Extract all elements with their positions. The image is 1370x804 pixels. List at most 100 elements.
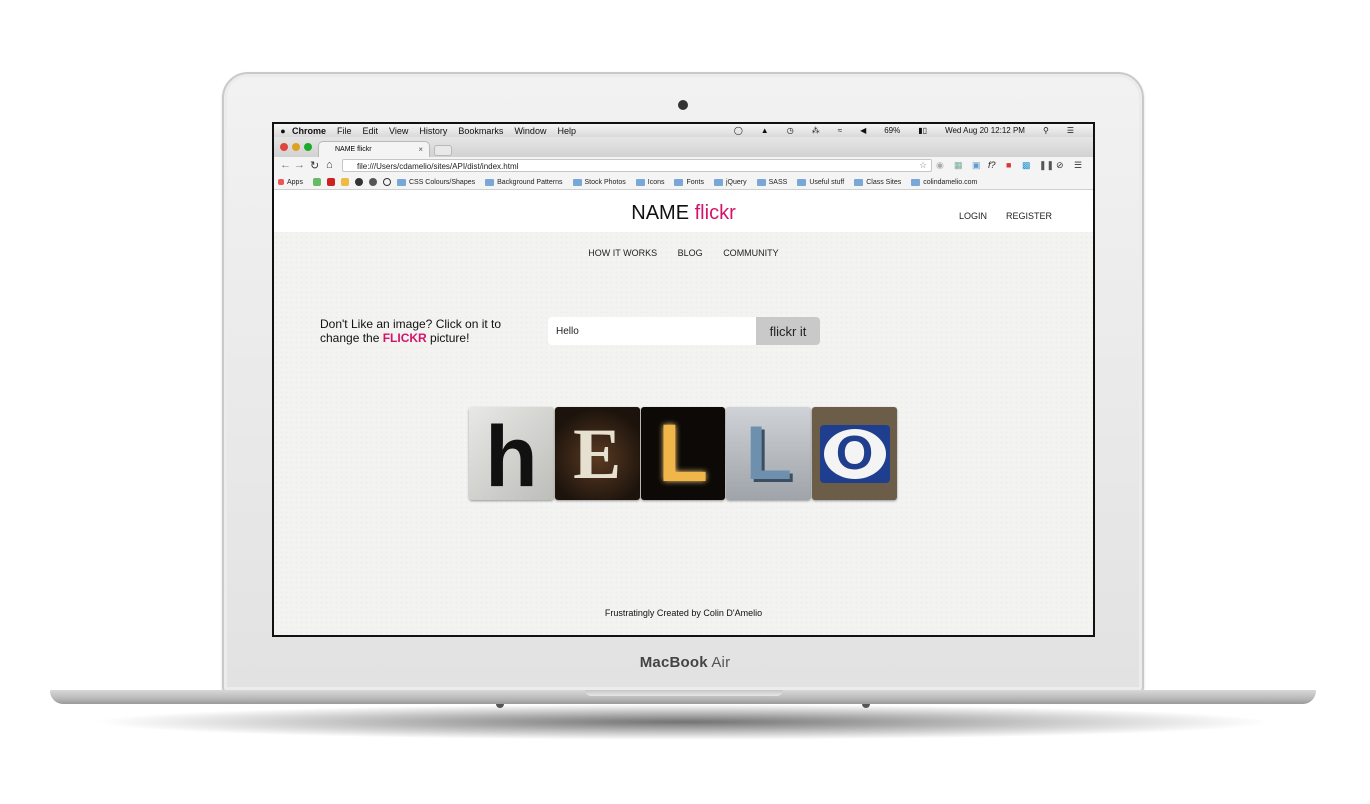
hat-icon[interactable]: ▲ <box>761 126 769 135</box>
logo-accent: flickr <box>694 202 736 224</box>
letter-tile[interactable]: E <box>554 407 640 500</box>
bookmark-favicon[interactable] <box>382 178 391 186</box>
extension-icon[interactable]: ▦ <box>954 160 963 171</box>
home-icon[interactable]: ⌂ <box>326 159 333 171</box>
bookmark-label: SASS <box>768 178 788 186</box>
tile-letter: h <box>485 408 538 500</box>
close-tab-icon[interactable]: × <box>418 145 423 154</box>
nav-community[interactable]: COMMUNITY <box>723 248 779 258</box>
letter-tile[interactable]: L <box>726 407 812 500</box>
menu-history[interactable]: History <box>419 126 447 136</box>
bookmark-folder[interactable]: SASS <box>756 178 788 186</box>
menu-chrome[interactable]: Chrome <box>292 126 326 136</box>
bookmark-folder[interactable]: CSS Colours/Shapes <box>396 178 476 186</box>
extension-icon[interactable]: ▣ <box>972 160 981 171</box>
menu-icon[interactable]: ☰ <box>1074 160 1082 171</box>
tile-letter: E <box>573 413 622 494</box>
font-extension-icon[interactable]: f? <box>988 160 996 170</box>
bookmark-apps[interactable]: Apps <box>278 179 303 186</box>
prompt-line: change the <box>320 331 383 345</box>
menubar-clock[interactable]: Wed Aug 20 12:12 PM <box>945 126 1025 135</box>
dropbox-icon[interactable]: ◯ <box>734 126 743 135</box>
nav-how-it-works[interactable]: HOW IT WORKS <box>588 248 657 258</box>
folder-icon <box>756 178 766 186</box>
github-icon[interactable] <box>354 178 363 186</box>
nav-blog[interactable]: BLOG <box>678 248 703 258</box>
letter-tiles: h E L L O <box>469 407 898 500</box>
site-header: NAME flickr LOGIN REGISTER <box>274 190 1093 232</box>
laptop-notch <box>585 690 783 696</box>
flickr-it-button[interactable]: flickr it <box>756 317 820 345</box>
tile-plate-inner: O <box>823 426 886 480</box>
bluetooth-icon[interactable]: ⁂ <box>812 126 820 135</box>
minimize-window-icon[interactable] <box>292 143 300 151</box>
menu-window[interactable]: Window <box>514 126 546 136</box>
extension-icon[interactable]: ◉ <box>936 160 944 171</box>
bookmark-favicon[interactable] <box>326 178 335 186</box>
search-input[interactable] <box>548 317 756 345</box>
bookmark-folder[interactable]: colindamelio.com <box>911 178 978 186</box>
new-tab-button[interactable] <box>434 145 452 156</box>
bookmark-label: CSS Colours/Shapes <box>408 178 476 186</box>
bookmark-folder[interactable]: Background Patterns <box>485 178 563 186</box>
spotlight-icon[interactable]: ⚲ <box>1043 126 1049 135</box>
menu-bookmarks[interactable]: Bookmarks <box>458 126 503 136</box>
bookmark-label: Icons <box>647 178 665 186</box>
extension-icon[interactable]: ⊘ <box>1056 160 1064 171</box>
tab-title: NAME flickr <box>335 146 372 153</box>
laptop-brand: MacBook Air <box>639 654 731 671</box>
bookmark-favicon[interactable] <box>340 178 349 186</box>
bookmarks-bar: Apps CSS Colours/Shapes Background Patte… <box>274 175 1093 190</box>
volume-icon[interactable]: ◀ <box>860 126 866 135</box>
bookmark-label: colindamelio.com <box>923 178 978 186</box>
extension-icon[interactable]: ❚❚ <box>1039 160 1054 171</box>
bookmark-label: Class Sites <box>866 178 902 186</box>
close-window-icon[interactable] <box>280 143 288 151</box>
address-bar[interactable]: file:///Users/cdamelio/sites/API/dist/in… <box>342 159 932 172</box>
folder-icon <box>797 178 807 186</box>
menu-help[interactable]: Help <box>557 126 576 136</box>
forward-icon[interactable]: → <box>294 159 305 171</box>
browser-tabbar: NAME flickr × <box>274 137 1093 157</box>
bookmark-folder[interactable]: Fonts <box>674 178 704 186</box>
menu-view[interactable]: View <box>389 126 408 136</box>
register-link[interactable]: REGISTER <box>1006 211 1052 221</box>
letter-tile[interactable]: L <box>640 407 726 500</box>
tile-letter: O <box>835 426 874 480</box>
login-link[interactable]: LOGIN <box>959 211 987 221</box>
timemachine-icon[interactable]: ◷ <box>787 126 794 135</box>
star-icon[interactable]: ☆ <box>919 160 927 171</box>
folder-icon <box>396 178 406 186</box>
battery-icon: ▮▯ <box>918 126 928 135</box>
extension-icon[interactable]: ■ <box>1006 160 1011 170</box>
folder-icon <box>635 178 645 186</box>
bookmark-favicon[interactable] <box>368 178 377 186</box>
bookmark-folder[interactable]: Class Sites <box>854 178 902 186</box>
letter-tile[interactable]: O <box>812 407 897 500</box>
tile-letter: L <box>745 410 792 496</box>
bookmark-folder[interactable]: Stock Photos <box>572 178 626 186</box>
bookmark-favicon[interactable] <box>312 178 321 186</box>
menu-file[interactable]: File <box>337 126 352 136</box>
menu-edit[interactable]: Edit <box>363 126 379 136</box>
tile-plate: O <box>819 424 890 483</box>
zoom-window-icon[interactable] <box>304 143 312 151</box>
folder-icon <box>911 178 921 186</box>
letter-tile[interactable]: h <box>469 407 554 500</box>
prompt-line: Don't Like an image? Click on it to <box>320 317 502 331</box>
battery-percent[interactable]: 69% <box>884 126 900 135</box>
mac-menubar: ● Chrome File Edit View History Bookmark… <box>274 124 1093 137</box>
wifi-icon[interactable]: ≈ <box>838 126 842 135</box>
notification-center-icon[interactable]: ☰ <box>1067 126 1074 135</box>
site-footer: Frustratingly Created by Colin D'Amelio <box>604 608 763 618</box>
apple-icon[interactable]: ● <box>274 126 292 136</box>
back-icon[interactable]: ← <box>280 159 291 171</box>
bookmark-folder[interactable]: Useful stuff <box>797 178 844 186</box>
reload-icon[interactable]: ↻ <box>310 159 319 172</box>
browser-tab[interactable]: NAME flickr × <box>318 141 430 157</box>
bookmark-folder[interactable]: jQuery <box>714 178 747 186</box>
bookmark-label: Background Patterns <box>497 178 563 186</box>
extension-icon[interactable]: ▩ <box>1022 160 1031 171</box>
prompt-text: Don't Like an image? Click on it to chan… <box>320 317 520 345</box>
bookmark-folder[interactable]: Icons <box>635 178 665 186</box>
